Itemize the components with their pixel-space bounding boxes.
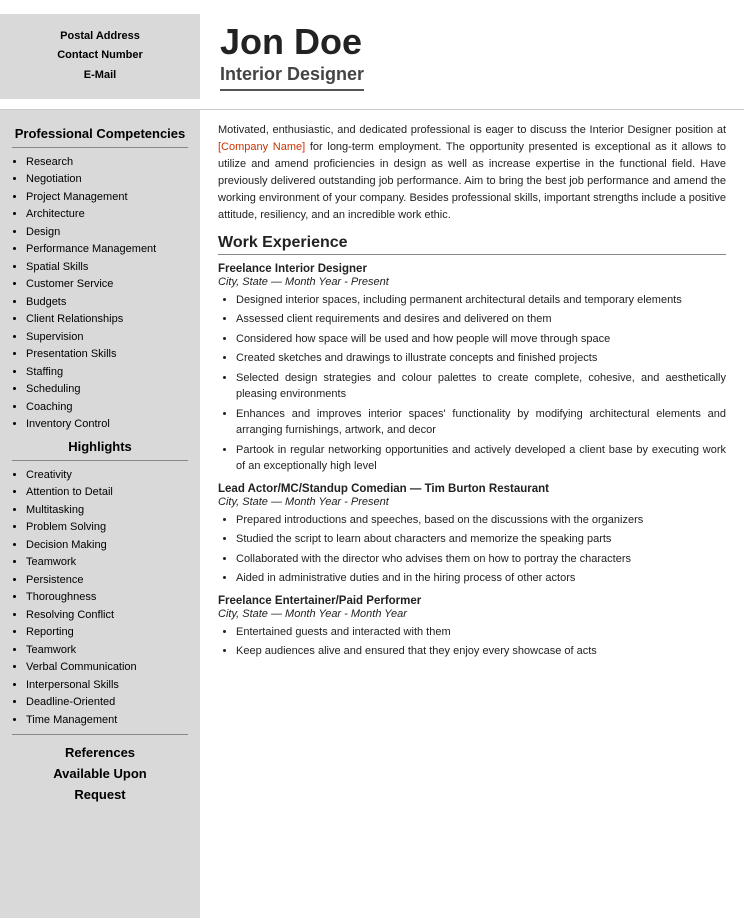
- professional-competencies-title: Professional Competencies: [8, 126, 192, 141]
- list-item: Assessed client requirements and desires…: [236, 311, 726, 328]
- list-item: Supervision: [26, 329, 192, 346]
- list-item: Customer Service: [26, 276, 192, 293]
- list-item: Performance Management: [26, 241, 192, 258]
- applicant-name: Jon Doe: [220, 22, 724, 62]
- list-item: Spatial Skills: [26, 259, 192, 276]
- list-item: Keep audiences alive and ensured that th…: [236, 643, 726, 660]
- job-location-3: City, State — Month Year - Month Year: [218, 608, 726, 620]
- list-item: Collaborated with the director who advis…: [236, 551, 726, 568]
- list-item: Decision Making: [26, 537, 192, 554]
- competencies-divider: [12, 147, 188, 148]
- job-bullets-2: Prepared introductions and speeches, bas…: [218, 512, 726, 587]
- list-item: Considered how space will be used and ho…: [236, 331, 726, 348]
- email-label: E-Mail: [84, 66, 116, 86]
- body: Professional Competencies Research Negot…: [0, 110, 744, 918]
- page: Postal Address Contact Number E-Mail Jon…: [0, 0, 744, 918]
- list-item: Creativity: [26, 467, 192, 484]
- job-title-1: Freelance Interior Designer: [218, 263, 726, 275]
- contact-number-label: Contact Number: [57, 46, 143, 66]
- list-item: Scheduling: [26, 381, 192, 398]
- list-item: Interpersonal Skills: [26, 677, 192, 694]
- main-content: Motivated, enthusiastic, and dedicated p…: [200, 110, 744, 918]
- list-item: Coaching: [26, 399, 192, 416]
- list-item: Studied the script to learn about charac…: [236, 531, 726, 548]
- list-item: Entertained guests and interacted with t…: [236, 624, 726, 641]
- list-item: Multitasking: [26, 502, 192, 519]
- list-item: Reporting: [26, 624, 192, 641]
- list-item: Staffing: [26, 364, 192, 381]
- highlights-title: Highlights: [8, 439, 192, 454]
- list-item: Deadline-Oriented: [26, 694, 192, 711]
- list-item: Negotiation: [26, 171, 192, 188]
- header-contact: Postal Address Contact Number E-Mail: [0, 14, 200, 99]
- competencies-list: Research Negotiation Project Management …: [8, 154, 192, 433]
- list-item: Research: [26, 154, 192, 171]
- summary-paragraph: Motivated, enthusiastic, and dedicated p…: [218, 122, 726, 224]
- list-item: Project Management: [26, 189, 192, 206]
- list-item: Presentation Skills: [26, 346, 192, 363]
- work-experience-heading: Work Experience: [218, 234, 726, 255]
- job-location-2: City, State — Month Year - Present: [218, 496, 726, 508]
- header: Postal Address Contact Number E-Mail Jon…: [0, 0, 744, 110]
- job-bullets-3: Entertained guests and interacted with t…: [218, 624, 726, 660]
- summary-text-start: Motivated, enthusiastic, and dedicated p…: [218, 124, 726, 136]
- highlights-list: Creativity Attention to Detail Multitask…: [8, 467, 192, 729]
- list-item: Problem Solving: [26, 519, 192, 536]
- list-item: Created sketches and drawings to illustr…: [236, 350, 726, 367]
- list-item: Prepared introductions and speeches, bas…: [236, 512, 726, 529]
- postal-address-label: Postal Address: [60, 27, 140, 47]
- references-text: ReferencesAvailable UponRequest: [8, 743, 192, 805]
- job-title-2: Lead Actor/MC/Standup Comedian — Tim Bur…: [218, 483, 726, 495]
- list-item: Partook in regular networking opportunit…: [236, 442, 726, 475]
- list-item: Design: [26, 224, 192, 241]
- list-item: Enhances and improves interior spaces' f…: [236, 406, 726, 439]
- job-bullets-1: Designed interior spaces, including perm…: [218, 292, 726, 475]
- list-item: Designed interior spaces, including perm…: [236, 292, 726, 309]
- job-title-3: Freelance Entertainer/Paid Performer: [218, 595, 726, 607]
- list-item: Inventory Control: [26, 416, 192, 433]
- list-item: Aided in administrative duties and in th…: [236, 570, 726, 587]
- company-placeholder: [Company Name]: [218, 141, 305, 153]
- list-item: Time Management: [26, 712, 192, 729]
- list-item: Verbal Communication: [26, 659, 192, 676]
- list-item: Thoroughness: [26, 589, 192, 606]
- list-item: Budgets: [26, 294, 192, 311]
- sidebar: Professional Competencies Research Negot…: [0, 110, 200, 918]
- applicant-title: Interior Designer: [220, 64, 364, 91]
- highlights-divider: [12, 460, 188, 461]
- list-item: Client Relationships: [26, 311, 192, 328]
- list-item: Architecture: [26, 206, 192, 223]
- job-location-1: City, State — Month Year - Present: [218, 276, 726, 288]
- list-item: Teamwork: [26, 554, 192, 571]
- references-divider: [12, 734, 188, 735]
- list-item: Persistence: [26, 572, 192, 589]
- list-item: Teamwork: [26, 642, 192, 659]
- list-item: Resolving Conflict: [26, 607, 192, 624]
- list-item: Attention to Detail: [26, 484, 192, 501]
- list-item: Selected design strategies and colour pa…: [236, 370, 726, 403]
- header-name-section: Jon Doe Interior Designer: [200, 14, 744, 99]
